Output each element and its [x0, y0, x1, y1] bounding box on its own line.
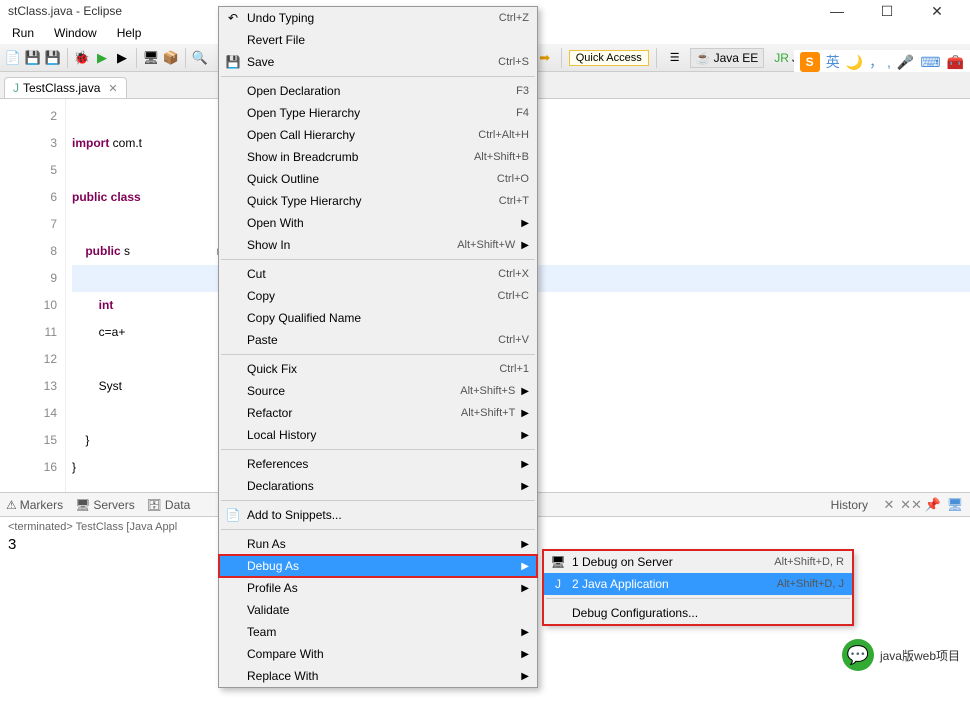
ime-keyboard-icon[interactable]: ⌨: [920, 54, 940, 71]
search-icon[interactable]: 🔍: [191, 49, 209, 67]
tab-data[interactable]: 🗄Data: [147, 498, 191, 512]
submenu-arrow-icon: ▶: [521, 430, 529, 441]
menu-item-undo-typing[interactable]: ↶Undo TypingCtrl+Z: [219, 7, 537, 29]
submenu-arrow-icon: ▶: [521, 539, 529, 550]
open-perspective-icon[interactable]: ☰: [664, 48, 686, 67]
window-controls: — ☐ ✕: [822, 3, 952, 20]
menu-item-profile-as[interactable]: Profile As▶: [219, 577, 537, 599]
menu-item-debug-as[interactable]: Debug As▶: [219, 555, 537, 577]
new-icon[interactable]: 📄: [4, 49, 22, 67]
ime-bar: S 英 🌙 ， , 🎤 ⌨ 🧰: [794, 50, 970, 74]
menu-item-copy[interactable]: CopyCtrl+C: [219, 285, 537, 307]
menu-item-validate[interactable]: Validate: [219, 599, 537, 621]
remove-all-icon[interactable]: ✕✕: [902, 496, 920, 514]
menu-item-quick-type-hierarchy[interactable]: Quick Type HierarchyCtrl+T: [219, 190, 537, 212]
menu-item-open-declaration[interactable]: Open DeclarationF3: [219, 80, 537, 102]
editor-tab-testclass[interactable]: J TestClass.java ✕: [4, 77, 127, 98]
submenu-arrow-icon: ▶: [521, 386, 529, 397]
submenu-java-application[interactable]: J 2 Java Application Alt+Shift+D, J: [544, 573, 852, 595]
perspective-java-ee[interactable]: ☕Java EE: [690, 48, 765, 68]
ime-mic-icon[interactable]: 🎤: [897, 54, 914, 71]
menu-item-references[interactable]: References▶: [219, 453, 537, 475]
tab-history[interactable]: History: [831, 498, 868, 512]
tab-label: TestClass.java: [23, 81, 100, 95]
tab-markers[interactable]: ⚠Markers: [6, 498, 63, 512]
java-app-icon: J: [544, 577, 572, 591]
data-icon: 🗄: [147, 498, 162, 512]
submenu-arrow-icon: ▶: [521, 218, 529, 229]
remove-launch-icon[interactable]: ✕: [880, 496, 898, 514]
line-gutter: 235678910111213141516: [16, 99, 66, 492]
submenu-arrow-icon: ▶: [521, 627, 529, 638]
new-package-icon[interactable]: 📦: [162, 49, 180, 67]
menu-item-team[interactable]: Team▶: [219, 621, 537, 643]
save-icon[interactable]: 💾: [24, 49, 42, 67]
submenu-arrow-icon: ▶: [521, 561, 529, 572]
menu-item-compare-with[interactable]: Compare With▶: [219, 643, 537, 665]
menu-item-quick-outline[interactable]: Quick OutlineCtrl+O: [219, 168, 537, 190]
ime-moon-icon[interactable]: 🌙: [846, 54, 863, 71]
menu-item-show-in-breadcrumb[interactable]: Show in BreadcrumbAlt+Shift+B: [219, 146, 537, 168]
debug-icon[interactable]: 🐞: [73, 49, 91, 67]
menu-item-paste[interactable]: PasteCtrl+V: [219, 329, 537, 351]
submenu-debug-on-server[interactable]: 🖥 1 Debug on Server Alt+Shift+D, R: [544, 551, 852, 573]
ime-punct[interactable]: ， ,: [869, 52, 891, 72]
new-server-icon[interactable]: 🖥: [142, 49, 160, 67]
menu-item-run-as[interactable]: Run As▶: [219, 533, 537, 555]
ime-toolbox-icon[interactable]: 🧰: [947, 54, 964, 71]
tab-servers[interactable]: 🖥Servers: [75, 498, 135, 512]
minimize-button[interactable]: —: [822, 3, 852, 20]
menu-item-quick-fix[interactable]: Quick FixCtrl+1: [219, 358, 537, 380]
submenu-arrow-icon: ▶: [521, 459, 529, 470]
save-all-icon[interactable]: 💾: [44, 49, 62, 67]
ime-sogou-icon[interactable]: S: [800, 52, 820, 72]
submenu-arrow-icon: ▶: [521, 240, 529, 251]
run-last-icon[interactable]: ▶: [113, 49, 131, 67]
marker-column: [0, 99, 16, 492]
markers-icon: ⚠: [6, 498, 17, 512]
menu-item-cut[interactable]: CutCtrl+X: [219, 263, 537, 285]
context-menu[interactable]: ↶Undo TypingCtrl+ZRevert File💾SaveCtrl+S…: [218, 6, 538, 688]
submenu-arrow-icon: ▶: [521, 408, 529, 419]
menu-item-open-call-hierarchy[interactable]: Open Call HierarchyCtrl+Alt+H: [219, 124, 537, 146]
menu-item-revert-file[interactable]: Revert File: [219, 29, 537, 51]
menu-item-replace-with[interactable]: Replace With▶: [219, 665, 537, 687]
menu-item-source[interactable]: SourceAlt+Shift+S▶: [219, 380, 537, 402]
menu-item-open-type-hierarchy[interactable]: Open Type HierarchyF4: [219, 102, 537, 124]
ime-lang[interactable]: 英: [826, 52, 840, 72]
menu-run[interactable]: Run: [4, 24, 42, 42]
menu-item-save[interactable]: 💾SaveCtrl+S: [219, 51, 537, 73]
quick-access[interactable]: Quick Access: [569, 50, 649, 66]
close-button[interactable]: ✕: [922, 3, 952, 20]
wechat-icon: 💬: [842, 639, 874, 671]
tab-close-icon[interactable]: ✕: [108, 82, 117, 95]
menu-item-add-to-snippets-[interactable]: 📄Add to Snippets...: [219, 504, 537, 526]
menu-item-refactor[interactable]: RefactorAlt+Shift+T▶: [219, 402, 537, 424]
console-toolbar: ✕ ✕✕ 📌 🖥: [880, 496, 964, 514]
watermark: 💬 java版web项目: [842, 639, 960, 671]
menu-help[interactable]: Help: [109, 24, 150, 42]
debug-as-submenu[interactable]: 🖥 1 Debug on Server Alt+Shift+D, R J 2 J…: [543, 550, 853, 625]
submenu-arrow-icon: ▶: [521, 583, 529, 594]
menu-item-show-in[interactable]: Show InAlt+Shift+W▶: [219, 234, 537, 256]
servers-icon: 🖥: [75, 498, 90, 512]
nav-fwd-icon[interactable]: ➡: [536, 49, 554, 67]
display-console-icon[interactable]: 🖥: [946, 496, 964, 514]
run-icon[interactable]: ▶: [93, 49, 111, 67]
submenu-arrow-icon: ▶: [521, 481, 529, 492]
menu-item-local-history[interactable]: Local History▶: [219, 424, 537, 446]
submenu-arrow-icon: ▶: [521, 649, 529, 660]
menu-item-copy-qualified-name[interactable]: Copy Qualified Name: [219, 307, 537, 329]
submenu-arrow-icon: ▶: [521, 671, 529, 682]
pin-console-icon[interactable]: 📌: [924, 496, 942, 514]
watermark-text: java版web项目: [880, 647, 960, 664]
server-icon: 🖥: [544, 555, 572, 569]
menu-item-declarations[interactable]: Declarations▶: [219, 475, 537, 497]
menu-window[interactable]: Window: [46, 24, 105, 42]
maximize-button[interactable]: ☐: [872, 3, 902, 20]
java-file-icon: J: [13, 81, 19, 95]
submenu-debug-configurations[interactable]: Debug Configurations...: [544, 602, 852, 624]
menu-item-open-with[interactable]: Open With▶: [219, 212, 537, 234]
